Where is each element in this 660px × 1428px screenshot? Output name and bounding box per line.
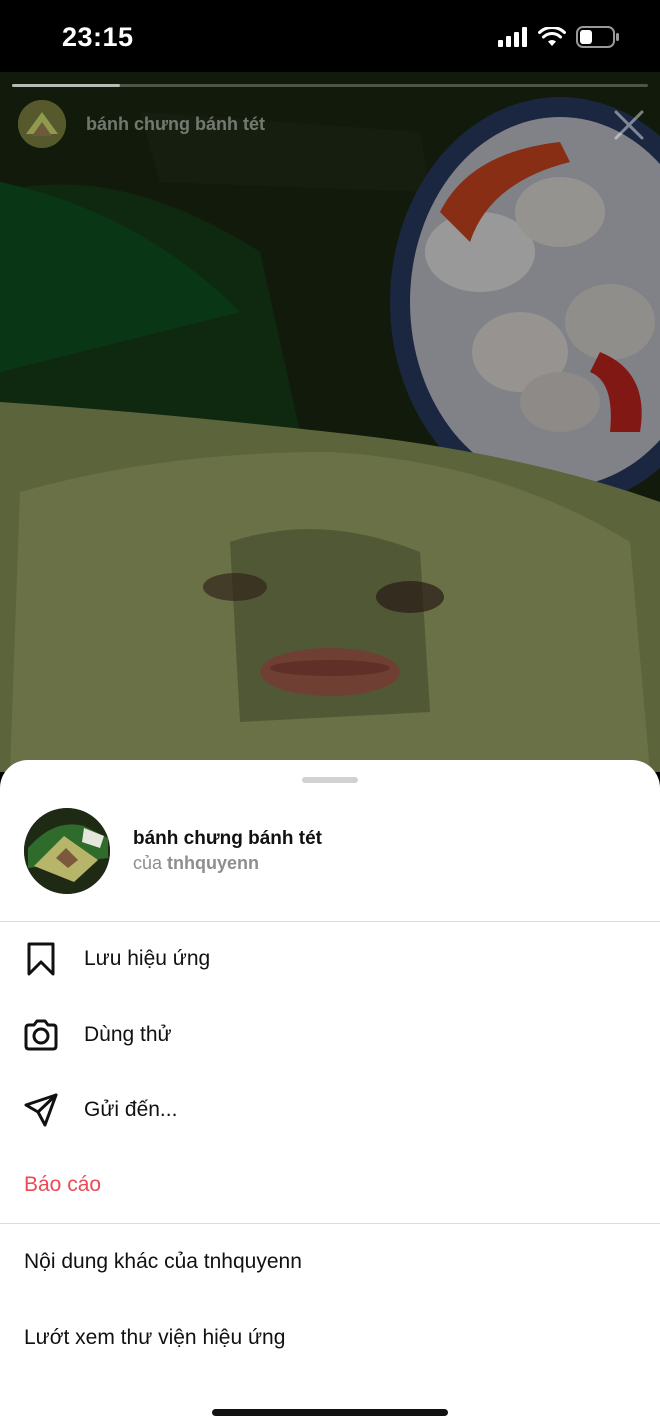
effect-author[interactable]: của tnhquyenn [133, 851, 322, 875]
send-icon [23, 1092, 59, 1128]
cellular-signal-icon [498, 27, 527, 47]
story-progress-fill [12, 84, 121, 87]
send-to-button[interactable]: Gửi đến... [0, 1080, 660, 1140]
home-indicator[interactable] [212, 1409, 448, 1416]
camera-icon [23, 1017, 59, 1053]
story-avatar[interactable] [18, 100, 66, 148]
try-effect-label: Dùng thử [84, 1023, 172, 1046]
report-label: Báo cáo [24, 1173, 102, 1196]
effect-name: bánh chưng bánh tét [133, 828, 322, 849]
story-header[interactable]: bánh chưng bánh tét [18, 100, 265, 148]
try-effect-button[interactable]: Dùng thử [0, 1005, 660, 1065]
effect-author-name[interactable]: tnhquyenn [167, 853, 259, 873]
bookmark-icon [23, 941, 59, 977]
browse-effect-gallery-label: Lướt xem thư viện hiệu ứng [24, 1326, 286, 1349]
story-preview: bánh chưng bánh tét [0, 72, 660, 772]
status-icons [498, 26, 620, 48]
report-button[interactable]: Báo cáo [0, 1155, 660, 1215]
wifi-icon [538, 27, 566, 46]
story-dim-overlay [0, 72, 660, 772]
status-time: 23:15 [62, 22, 134, 52]
divider [0, 921, 660, 922]
more-from-author-button[interactable]: Nội dung khác của tnhquyenn [0, 1232, 660, 1292]
options-sheet: bánh chưng bánh tét của tnhquyenn Lưu hi… [0, 760, 660, 1428]
effect-header[interactable]: bánh chưng bánh tét của tnhquyenn [24, 808, 322, 894]
more-from-author-label: Nội dung khác của tnhquyenn [24, 1250, 302, 1273]
browse-effect-gallery-button[interactable]: Lướt xem thư viện hiệu ứng [0, 1308, 660, 1368]
close-icon[interactable] [612, 108, 646, 142]
divider [0, 1223, 660, 1224]
battery-icon [576, 26, 619, 48]
story-progress-bar [12, 84, 648, 87]
status-bar: 23:15 [0, 0, 660, 72]
effect-avatar[interactable] [24, 808, 110, 894]
save-effect-label: Lưu hiệu ứng [84, 947, 211, 970]
save-effect-button[interactable]: Lưu hiệu ứng [0, 929, 660, 989]
send-to-label: Gửi đến... [84, 1098, 178, 1121]
sheet-grabber[interactable] [302, 777, 358, 783]
story-title: bánh chưng bánh tét [86, 113, 266, 134]
effect-author-prefix: của [133, 853, 163, 873]
